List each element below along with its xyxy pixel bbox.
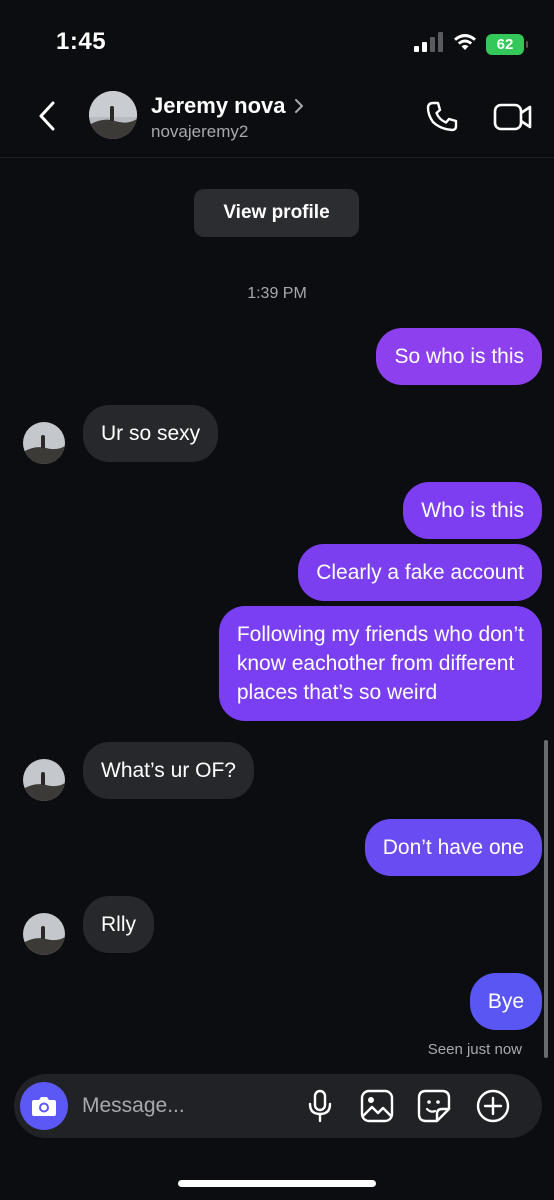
video-call-button[interactable] xyxy=(492,97,534,137)
message-outgoing[interactable]: Don’t have one xyxy=(364,819,542,876)
message-outgoing[interactable]: Clearly a fake account xyxy=(298,544,542,601)
back-button[interactable] xyxy=(32,98,62,134)
message-line: Following my friends who don’t xyxy=(236,623,524,646)
contact-username: novajeremy2 xyxy=(151,122,249,141)
view-profile-button[interactable]: View profile xyxy=(194,189,359,237)
sender-avatar[interactable] xyxy=(23,913,65,955)
status-time: 1:45 xyxy=(56,28,107,55)
microphone-icon xyxy=(308,1089,332,1123)
sender-avatar[interactable] xyxy=(23,759,65,801)
chevron-left-icon xyxy=(39,101,55,131)
message-line: know eachother from different xyxy=(236,652,515,675)
message-composer xyxy=(14,1074,542,1138)
message-incoming[interactable]: What’s ur OF? xyxy=(83,742,254,799)
sender-avatar[interactable] xyxy=(23,422,65,464)
plus-circle-icon xyxy=(476,1089,510,1123)
message-timestamp: 1:39 PM xyxy=(247,285,307,302)
chat-header: Jeremy nova novajeremy2 xyxy=(0,80,554,158)
message-outgoing[interactable]: So who is this xyxy=(376,328,542,385)
message-outgoing-multiline[interactable]: Following my friends who don’t know each… xyxy=(218,606,542,721)
contact-avatar[interactable] xyxy=(89,91,137,139)
message-line: places that’s so weird xyxy=(236,681,438,704)
video-camera-icon xyxy=(493,103,532,131)
battery-indicator: 62 xyxy=(486,34,528,55)
gallery-button[interactable] xyxy=(358,1087,396,1125)
camera-icon xyxy=(32,1097,56,1116)
chevron-right-icon xyxy=(294,99,303,113)
scrollbar[interactable] xyxy=(544,740,548,1058)
cellular-signal-icon xyxy=(414,32,444,57)
wifi-icon xyxy=(452,32,478,57)
voice-message-button[interactable] xyxy=(301,1087,339,1125)
sticker-button[interactable] xyxy=(415,1087,453,1125)
contact-name[interactable]: Jeremy nova xyxy=(151,93,304,119)
home-indicator[interactable] xyxy=(178,1180,376,1187)
battery-level: 62 xyxy=(496,36,514,53)
voice-call-button[interactable] xyxy=(422,97,462,137)
dm-screen: 1:45 62 Jeremy nova novajeremy2 View pro… xyxy=(0,0,554,1200)
message-input[interactable] xyxy=(82,1088,292,1124)
contact-name-text: Jeremy nova xyxy=(151,93,286,118)
seen-status: Seen just now xyxy=(427,1041,522,1058)
image-icon xyxy=(360,1089,394,1123)
message-outgoing[interactable]: Who is this xyxy=(403,482,542,539)
message-incoming[interactable]: Ur so sexy xyxy=(83,405,219,462)
more-options-button[interactable] xyxy=(474,1087,512,1125)
message-incoming[interactable]: Rlly xyxy=(83,896,154,953)
phone-icon xyxy=(426,101,458,132)
camera-button[interactable] xyxy=(20,1082,68,1130)
sticker-icon xyxy=(417,1089,451,1123)
status-icons: 62 xyxy=(414,32,528,57)
message-outgoing[interactable]: Bye xyxy=(469,973,542,1030)
